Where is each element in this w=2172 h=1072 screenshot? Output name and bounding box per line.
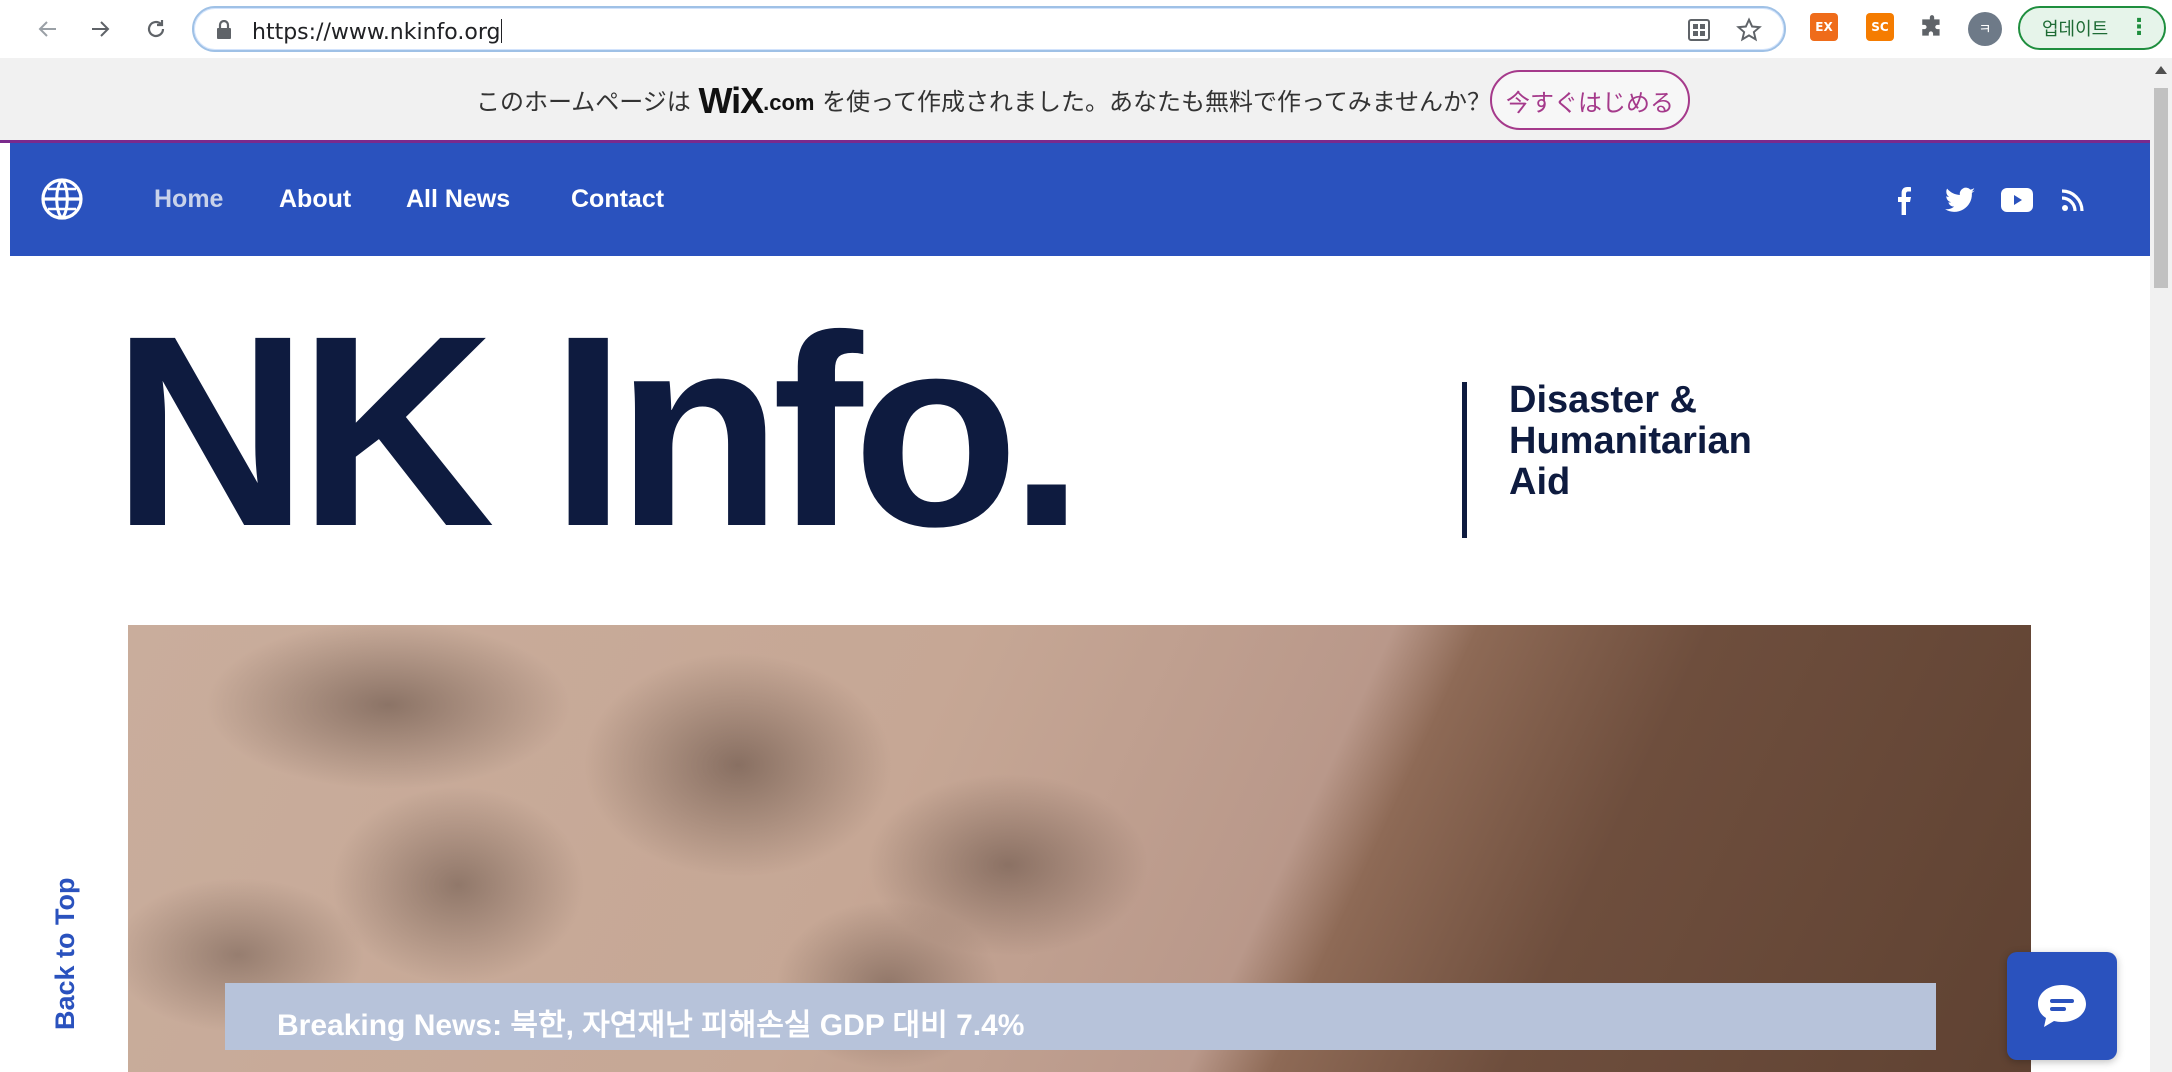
rss-icon[interactable] (2056, 183, 2090, 217)
update-button[interactable]: 업데이트 ⋮ (2018, 6, 2166, 50)
youtube-icon[interactable] (2000, 183, 2034, 217)
globe-logo-icon[interactable] (40, 177, 84, 221)
back-arrow-icon[interactable] (28, 10, 68, 48)
nav-contact[interactable]: Contact (571, 185, 664, 214)
wix-banner-message: このホームページは WiX.com を使って作成されました。あなたも無料で作って… (476, 80, 1492, 121)
twitter-icon[interactable] (1943, 183, 1977, 217)
bookmark-star-icon[interactable] (1734, 16, 1764, 44)
chat-bubble-icon (2038, 985, 2086, 1027)
breaking-news-text[interactable]: Breaking News: 북한, 자연재난 피해손실 GDP 대비 7.4% (277, 1000, 1024, 1044)
site-header-nav: Home About All News Contact (10, 143, 2150, 256)
site-tagline: Disaster & Humanitarian Aid (1509, 380, 1829, 503)
extension-sc-icon[interactable]: SC (1866, 13, 1894, 41)
profile-avatar[interactable]: ㅋ (1968, 12, 2002, 46)
extensions-puzzle-icon[interactable] (1918, 13, 1946, 41)
tagline-divider (1462, 382, 1467, 538)
browser-toolbar: https://www.nkinfo.org EX SC ㅋ 업데이트 ⋮ (0, 0, 2172, 58)
wix-logo[interactable]: WiX (698, 80, 764, 121)
scrollbar-thumb[interactable] (2154, 88, 2168, 288)
back-to-top-link[interactable]: Back to Top (50, 877, 81, 1030)
nav-about[interactable]: About (279, 185, 351, 214)
wix-start-now-button[interactable]: 今すぐはじめる (1490, 70, 1690, 130)
nav-all-news[interactable]: All News (406, 185, 510, 214)
scroll-up-arrow-icon[interactable] (2155, 66, 2167, 74)
extension-ex-icon[interactable]: EX (1810, 13, 1838, 41)
tagline-line-3: Aid (1509, 461, 1571, 503)
more-menu-icon[interactable]: ⋮ (2128, 16, 2150, 40)
facebook-icon[interactable] (1886, 183, 1920, 217)
site-brand-title: NK Info. (112, 279, 1084, 583)
lock-icon[interactable] (216, 19, 232, 40)
breaking-news-bar[interactable]: Breaking News: 북한, 자연재난 피해손실 GDP 대비 7.4% (225, 983, 1936, 1050)
reload-icon[interactable] (136, 10, 176, 48)
tagline-line-2: Humanitarian (1509, 420, 1752, 462)
page-scrollbar[interactable] (2150, 58, 2172, 1072)
nav-home[interactable]: Home (154, 185, 223, 214)
translate-icon[interactable] (1684, 16, 1714, 44)
address-bar-url[interactable]: https://www.nkinfo.org (252, 19, 503, 45)
forward-arrow-icon[interactable] (80, 10, 120, 48)
tagline-line-1: Disaster & (1509, 379, 1697, 421)
wix-promo-banner: このホームページは WiX.com を使って作成されました。あなたも無料で作って… (0, 58, 2150, 140)
chat-button[interactable] (2007, 952, 2117, 1060)
address-bar[interactable]: https://www.nkinfo.org (192, 6, 1786, 52)
